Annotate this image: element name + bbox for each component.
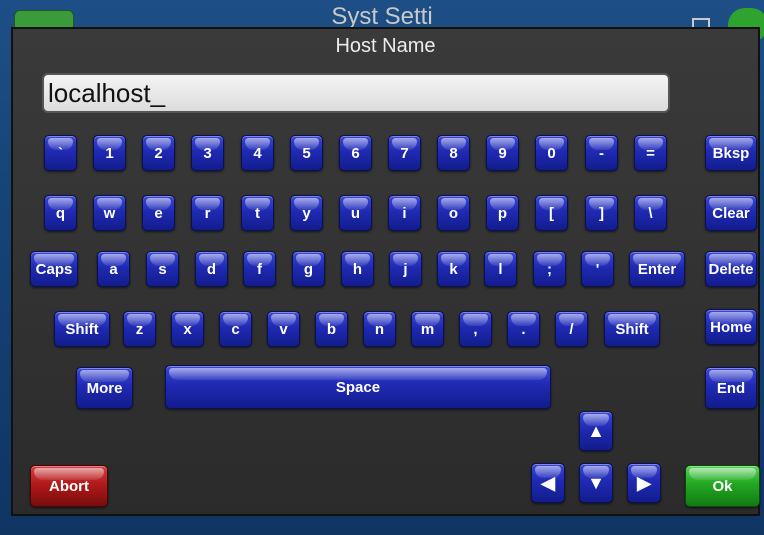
more-key[interactable]: More: [76, 367, 133, 409]
host-name-input[interactable]: localhost_: [42, 73, 670, 113]
key-z[interactable]: z: [123, 311, 156, 347]
arrow-down-icon: ▼: [587, 472, 605, 493]
key-d[interactable]: d: [195, 251, 228, 287]
key-0[interactable]: 0: [535, 135, 568, 171]
key-9[interactable]: 9: [486, 135, 519, 171]
key-right-bracket[interactable]: ]: [585, 195, 618, 231]
end-key[interactable]: End: [705, 367, 757, 409]
arrow-up-key[interactable]: ▲: [579, 411, 613, 451]
arrow-left-key[interactable]: ◀: [531, 463, 565, 503]
key-w[interactable]: w: [93, 195, 126, 231]
key-3[interactable]: 3: [191, 135, 224, 171]
key-l[interactable]: l: [484, 251, 517, 287]
backspace-key[interactable]: Bksp: [705, 135, 757, 171]
space-key[interactable]: Space: [165, 365, 551, 409]
key-q[interactable]: q: [44, 195, 77, 231]
dialog-title: Host Name: [335, 35, 436, 57]
key-r[interactable]: r: [191, 195, 224, 231]
key-apostrophe[interactable]: ': [581, 251, 614, 287]
key-comma[interactable]: ,: [459, 311, 492, 347]
key-y[interactable]: y: [290, 195, 323, 231]
key-c[interactable]: c: [219, 311, 252, 347]
key-x[interactable]: x: [171, 311, 204, 347]
key-h[interactable]: h: [341, 251, 374, 287]
shift-right-key[interactable]: Shift: [604, 311, 660, 347]
key-o[interactable]: o: [437, 195, 470, 231]
key-backslash[interactable]: \: [634, 195, 667, 231]
key-4[interactable]: 4: [241, 135, 274, 171]
arrow-right-key[interactable]: ▶: [627, 463, 661, 503]
key-8[interactable]: 8: [437, 135, 470, 171]
ok-button[interactable]: Ok: [685, 465, 760, 507]
key-i[interactable]: i: [388, 195, 421, 231]
key-5[interactable]: 5: [290, 135, 323, 171]
key-6[interactable]: 6: [339, 135, 372, 171]
keyboard-dialog: Host Name localhost_ ` 1 2 3 4 5 6 7 8 9…: [11, 27, 760, 516]
key-minus[interactable]: -: [585, 135, 618, 171]
key-n[interactable]: n: [363, 311, 396, 347]
caps-key[interactable]: Caps: [30, 251, 78, 287]
key-1[interactable]: 1: [93, 135, 126, 171]
key-semicolon[interactable]: ;: [533, 251, 566, 287]
key-v[interactable]: v: [267, 311, 300, 347]
arrow-up-icon: ▲: [587, 420, 605, 441]
key-k[interactable]: k: [437, 251, 470, 287]
key-left-bracket[interactable]: [: [535, 195, 568, 231]
abort-button[interactable]: Abort: [30, 465, 108, 507]
key-f[interactable]: f: [243, 251, 276, 287]
key-2[interactable]: 2: [142, 135, 175, 171]
enter-key[interactable]: Enter: [629, 251, 685, 287]
key-equals[interactable]: =: [634, 135, 667, 171]
key-a[interactable]: a: [97, 251, 130, 287]
key-s[interactable]: s: [146, 251, 179, 287]
key-b[interactable]: b: [315, 311, 348, 347]
arrow-right-icon: ▶: [637, 472, 651, 493]
background-title: Syst Setti: [331, 3, 433, 30]
key-slash[interactable]: /: [555, 311, 588, 347]
key-g[interactable]: g: [292, 251, 325, 287]
key-u[interactable]: u: [339, 195, 372, 231]
key-backtick[interactable]: `: [44, 135, 77, 171]
arrow-left-icon: ◀: [541, 472, 555, 493]
key-j[interactable]: j: [389, 251, 422, 287]
key-t[interactable]: t: [241, 195, 274, 231]
key-period[interactable]: .: [507, 311, 540, 347]
key-e[interactable]: e: [142, 195, 175, 231]
delete-key[interactable]: Delete: [705, 251, 757, 287]
arrow-down-key[interactable]: ▼: [579, 463, 613, 503]
clear-key[interactable]: Clear: [705, 195, 757, 231]
key-7[interactable]: 7: [388, 135, 421, 171]
shift-left-key[interactable]: Shift: [54, 311, 110, 347]
home-key[interactable]: Home: [705, 309, 757, 345]
key-p[interactable]: p: [486, 195, 519, 231]
key-m[interactable]: m: [411, 311, 444, 347]
